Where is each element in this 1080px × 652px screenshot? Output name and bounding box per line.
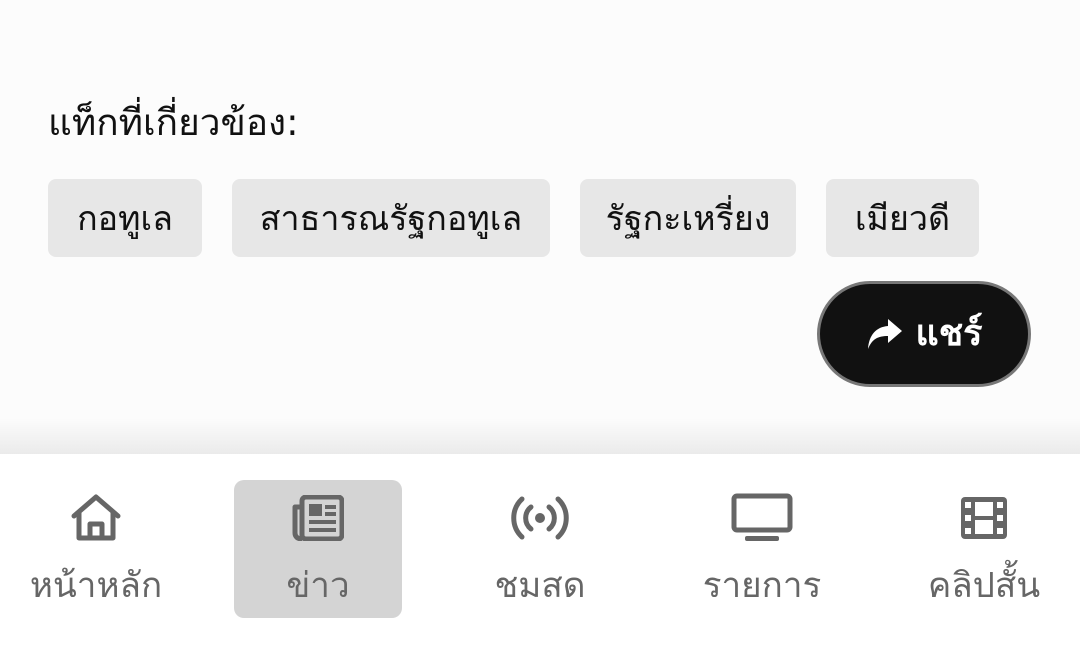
nav-item-programs[interactable]: รายการ xyxy=(678,480,846,618)
nav-item-live[interactable]: ชมสด xyxy=(456,480,624,618)
nav-item-news[interactable]: ข่าว xyxy=(234,480,402,618)
nav-item-shorts[interactable]: คลิปสั้น xyxy=(900,480,1068,618)
share-button[interactable]: แชร์ xyxy=(817,281,1031,387)
nav-label-live: ชมสด xyxy=(494,566,586,606)
film-icon xyxy=(959,492,1009,544)
nav-label-programs: รายการ xyxy=(702,566,822,606)
share-arrow-icon xyxy=(866,317,904,351)
tv-icon xyxy=(731,492,793,544)
article-footer: แท็กที่เกี่ยวข้อง: กอทูเล สาธารณรัฐกอทูเ… xyxy=(0,0,1080,440)
nav-label-home: หน้าหลัก xyxy=(29,566,163,606)
share-label: แชร์ xyxy=(915,313,983,354)
bottom-navigation: หน้าหลัก ข่าว ชมสด รายการ คลิปสั้น xyxy=(0,454,1080,652)
nav-label-news: ข่าว xyxy=(286,566,350,606)
home-icon xyxy=(68,492,124,544)
broadcast-icon xyxy=(510,492,570,544)
tag-chip[interactable]: กอทูเล xyxy=(48,179,202,257)
tag-chip[interactable]: สาธารณรัฐกอทูเล xyxy=(232,179,550,257)
nav-item-home[interactable]: หน้าหลัก xyxy=(12,480,180,618)
related-tags-heading: แท็กที่เกี่ยวข้อง: xyxy=(48,101,299,144)
newspaper-icon xyxy=(292,492,344,544)
nav-label-shorts: คลิปสั้น xyxy=(927,566,1041,606)
tag-chip[interactable]: รัฐกะเหรี่ยง xyxy=(580,179,796,257)
nav-shadow xyxy=(0,418,1080,454)
tag-chip[interactable]: เมียวดี xyxy=(826,179,979,257)
